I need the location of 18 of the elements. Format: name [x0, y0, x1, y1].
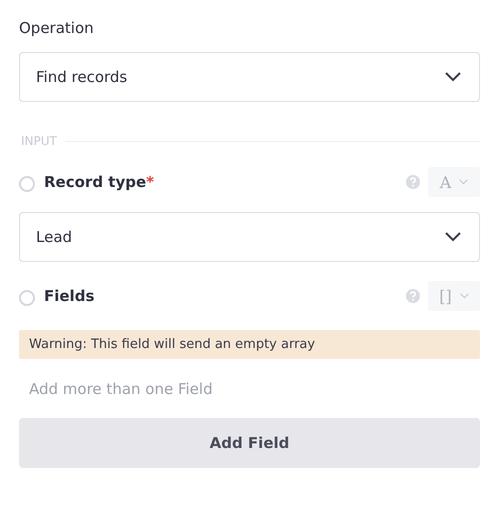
help-icon[interactable]: [406, 175, 420, 189]
chevron-down-icon: [445, 72, 461, 82]
radio-button[interactable]: [19, 176, 35, 192]
dropdown[interactable]: Lead: [19, 212, 480, 262]
input-label: Fields: [44, 287, 96, 305]
radio-button[interactable]: [19, 290, 35, 306]
chevron-down-icon: [459, 179, 468, 185]
warning-banner: Warning: This field will send an empty array: [19, 330, 480, 359]
add-field-button[interactable]: Add Field: [19, 418, 480, 468]
chevron-down-icon: [460, 293, 469, 299]
dropdown-value: Find records: [36, 68, 128, 86]
chevron-down-icon: [445, 232, 461, 242]
dropdown-value: Lead: [36, 228, 72, 246]
help-icon[interactable]: [406, 289, 420, 303]
dropdown[interactable]: Find records: [19, 52, 480, 102]
empty-hint: Add more than one Field: [28, 379, 214, 400]
field-label: Operation: [19, 18, 95, 39]
input-label: Record type*: [44, 173, 155, 191]
